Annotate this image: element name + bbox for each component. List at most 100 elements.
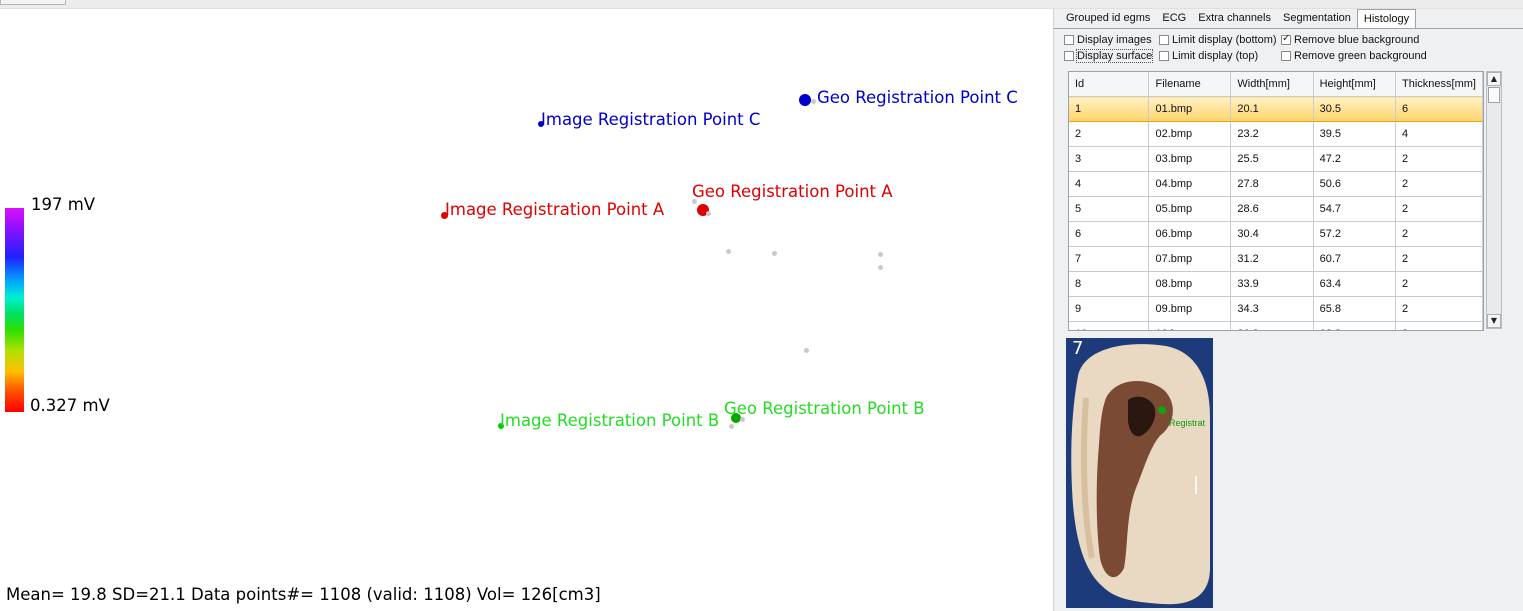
column-header-filename[interactable]: Filename xyxy=(1148,72,1232,97)
display-images-option[interactable]: Display images xyxy=(1064,34,1152,46)
table-cell: 54.7 xyxy=(1313,196,1397,222)
table-cell: 2 xyxy=(1069,121,1150,147)
display-images-label: Display images xyxy=(1077,34,1152,46)
table-cell: 03.bmp xyxy=(1148,146,1232,172)
table-cell: 33.9 xyxy=(1230,271,1314,297)
table-cell: 57.2 xyxy=(1313,221,1397,247)
remove-blue-label: Remove blue background xyxy=(1294,34,1420,46)
table-row[interactable]: 3 03.bmp 25.5 47.2 2 xyxy=(1069,146,1483,172)
image-registration-point-a-label: Image Registration Point A xyxy=(445,200,665,219)
table-cell: 36.8 xyxy=(1230,321,1314,330)
display-images-checkbox[interactable] xyxy=(1064,35,1074,45)
tab-segmentation[interactable]: Segmentation xyxy=(1277,9,1357,28)
mapping-point xyxy=(740,417,745,422)
mapping-point xyxy=(772,251,777,256)
table-cell: 31.2 xyxy=(1230,246,1314,272)
remove-green-checkbox[interactable] xyxy=(1281,51,1291,61)
table-cell: 3 xyxy=(1069,146,1150,172)
table-cell: 5 xyxy=(1069,196,1150,222)
display-surface-label: Display surface xyxy=(1075,49,1154,63)
table-cell: 06.bmp xyxy=(1148,221,1232,247)
table-cell: 20.1 xyxy=(1230,96,1314,122)
tab-grouped-id-egms[interactable]: Grouped id egms xyxy=(1060,9,1156,28)
scrollbar-thumb[interactable] xyxy=(1488,87,1500,103)
table-cell: 04.bmp xyxy=(1148,171,1232,197)
geo-registration-point-b-label: Geo Registration Point B xyxy=(724,399,925,418)
table-cell: 10.bmp xyxy=(1148,321,1232,330)
mapping-point xyxy=(729,424,734,429)
table-cell: 39.5 xyxy=(1313,121,1397,147)
display-surface-checkbox[interactable] xyxy=(1064,51,1074,61)
registration-marker-label: Registrat xyxy=(1169,418,1206,428)
limit-top-option[interactable]: Limit display (top) xyxy=(1159,50,1258,62)
mapping-point xyxy=(726,249,731,254)
side-panel: Grouped id egms ECG Extra channels Segme… xyxy=(1053,9,1523,611)
table-cell: 01.bmp xyxy=(1148,96,1232,122)
table-row[interactable]: 8 08.bmp 33.9 63.4 2 xyxy=(1069,271,1483,297)
table-cell: 2 xyxy=(1395,321,1483,330)
table-row[interactable]: 7 07.bmp 31.2 60.7 2 xyxy=(1069,246,1483,272)
table-cell: 4 xyxy=(1069,171,1150,197)
table-cell: 10 xyxy=(1069,321,1150,330)
table-cell: 6 xyxy=(1395,96,1483,122)
table-scrollbar[interactable]: ▲ ▼ xyxy=(1486,71,1502,329)
table-cell: 30.4 xyxy=(1230,221,1314,247)
remove-green-label: Remove green background xyxy=(1294,50,1427,62)
arrow-down-icon[interactable]: ▼ xyxy=(1487,314,1501,328)
tab-ecg[interactable]: ECG xyxy=(1156,9,1192,28)
column-header-id[interactable]: Id xyxy=(1069,72,1150,97)
image-registration-point-b-label: Image Registration Point B xyxy=(500,411,720,430)
top-toolbar xyxy=(0,0,1523,9)
table-cell: 65.8 xyxy=(1313,296,1397,322)
table-cell: 47.2 xyxy=(1313,146,1397,172)
mapping-point xyxy=(706,211,711,216)
table-header-row: Id Filename Width[mm] Height[mm] Thickne… xyxy=(1069,72,1483,97)
table-cell: 25.5 xyxy=(1230,146,1314,172)
table-row[interactable]: 1 01.bmp 20.1 30.5 6 xyxy=(1069,96,1483,122)
histology-table[interactable]: Id Filename Width[mm] Height[mm] Thickne… xyxy=(1068,71,1484,331)
table-row[interactable]: 6 06.bmp 30.4 57.2 2 xyxy=(1069,221,1483,247)
remove-green-option[interactable]: Remove green background xyxy=(1281,50,1427,62)
table-row[interactable]: 9 09.bmp 34.3 65.8 2 xyxy=(1069,296,1483,322)
tab-histology[interactable]: Histology xyxy=(1356,9,1417,29)
table-cell: 9 xyxy=(1069,296,1150,322)
table-row[interactable]: 1010.bmp36.868.82 xyxy=(1069,321,1483,330)
geo-registration-point-c-marker[interactable] xyxy=(799,94,811,106)
table-cell: 8 xyxy=(1069,271,1150,297)
mapping-point xyxy=(878,265,883,270)
mapping-point xyxy=(692,199,697,204)
table-row[interactable]: 5 05.bmp 28.6 54.7 2 xyxy=(1069,196,1483,222)
geo-registration-point-c-label: Geo Registration Point C xyxy=(817,88,1018,107)
display-surface-option[interactable]: Display surface xyxy=(1064,49,1154,63)
column-header-thickness[interactable]: Thickness[mm] xyxy=(1395,72,1483,97)
histology-slice-image[interactable]: 7 Registrat xyxy=(1066,338,1213,608)
toolbar-button[interactable] xyxy=(0,0,66,5)
table-cell: 2 xyxy=(1395,246,1483,272)
tab-extra-channels[interactable]: Extra channels xyxy=(1192,9,1277,28)
table-cell: 2 xyxy=(1395,296,1483,322)
remove-blue-option[interactable]: Remove blue background xyxy=(1281,33,1420,46)
column-header-width[interactable]: Width[mm] xyxy=(1230,72,1314,97)
image-registration-point-c-label: Image Registration Point C xyxy=(541,110,761,129)
3d-viewport[interactable]: 197 mV 0.327 mV Image Registration Point… xyxy=(0,9,1053,611)
colorbar-min-label: 0.327 mV xyxy=(30,396,110,415)
remove-blue-checkbox[interactable] xyxy=(1281,33,1291,45)
table-cell: 2 xyxy=(1395,171,1483,197)
table-row[interactable]: 2 02.bmp 23.2 39.5 4 xyxy=(1069,121,1483,147)
column-header-height[interactable]: Height[mm] xyxy=(1313,72,1397,97)
table-cell: 60.7 xyxy=(1313,246,1397,272)
table-cell: 34.3 xyxy=(1230,296,1314,322)
table-cell: 63.4 xyxy=(1313,271,1397,297)
tab-strip: Grouped id egms ECG Extra channels Segme… xyxy=(1060,9,1417,29)
limit-bottom-option[interactable]: Limit display (bottom) xyxy=(1159,34,1277,46)
limit-top-checkbox[interactable] xyxy=(1159,51,1169,61)
table-cell: 7 xyxy=(1069,246,1150,272)
arrow-up-icon[interactable]: ▲ xyxy=(1487,72,1501,86)
table-row[interactable]: 4 04.bmp 27.8 50.6 2 xyxy=(1069,171,1483,197)
table-cell: 07.bmp xyxy=(1148,246,1232,272)
voltage-color-bar xyxy=(5,208,24,412)
table-cell: 68.8 xyxy=(1313,321,1397,330)
table-cell: 28.6 xyxy=(1230,196,1314,222)
table-cell: 27.8 xyxy=(1230,171,1314,197)
limit-bottom-checkbox[interactable] xyxy=(1159,35,1169,45)
